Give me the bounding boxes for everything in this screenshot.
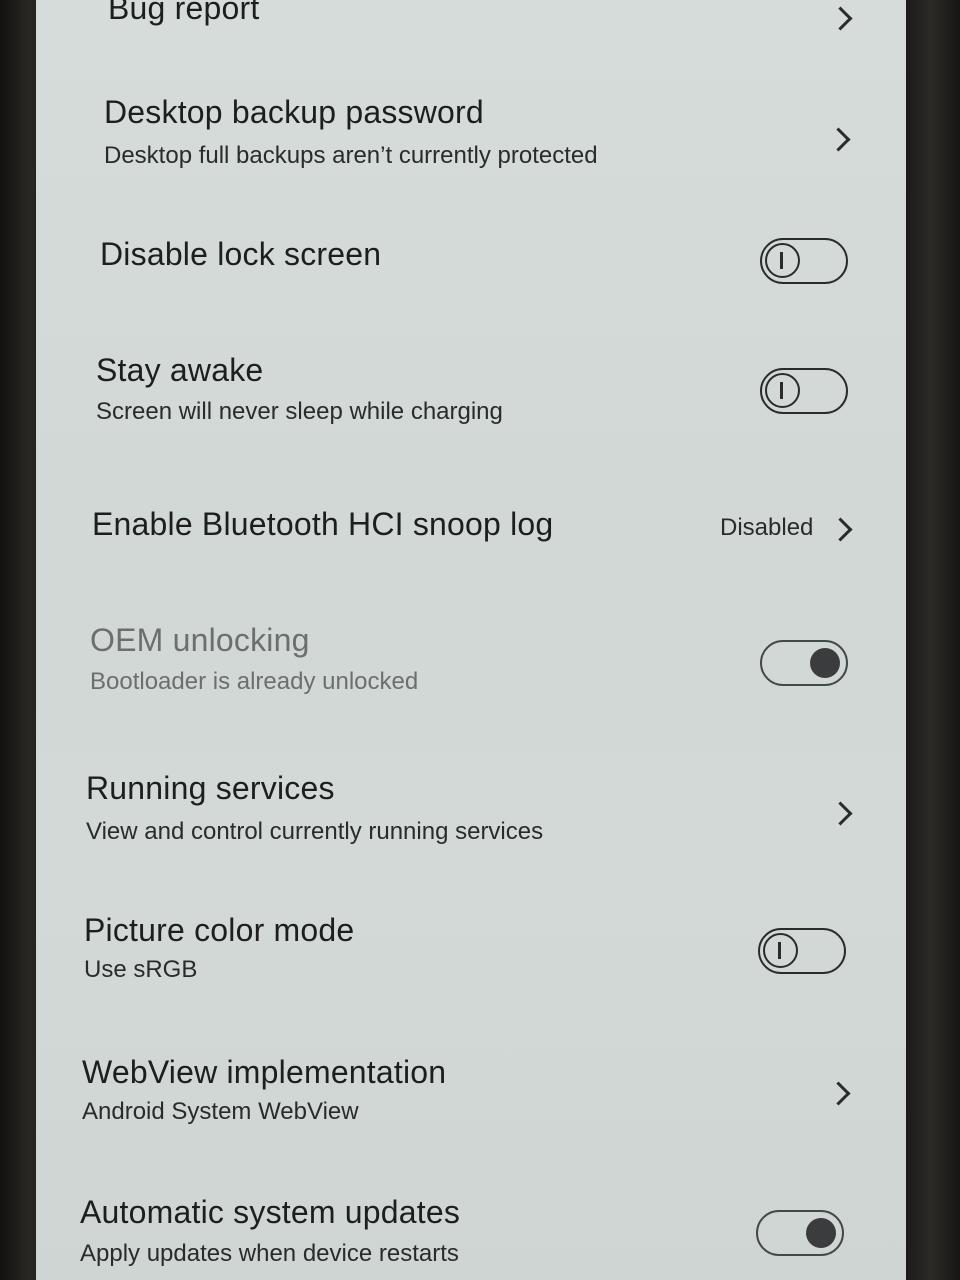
setting-bug-report[interactable]: Bug report	[36, 0, 906, 50]
setting-desktop-backup-password[interactable]: Desktop backup password Desktop full bac…	[36, 80, 906, 200]
setting-title: Automatic system updates	[80, 1194, 461, 1230]
chevron-right-icon	[826, 127, 851, 152]
setting-subtitle: Apply updates when device restarts	[80, 1240, 459, 1267]
picture-color-mode-toggle[interactable]	[758, 928, 846, 974]
setting-automatic-system-updates[interactable]: Automatic system updates Apply updates w…	[36, 1180, 906, 1280]
setting-running-services[interactable]: Running services View and control curren…	[36, 760, 906, 870]
setting-title: OEM unlocking	[90, 622, 310, 658]
oem-unlocking-toggle	[760, 640, 848, 686]
setting-oem-unlocking: OEM unlocking Bootloader is already unlo…	[36, 610, 906, 720]
setting-title: Enable Bluetooth HCI snoop log	[92, 506, 554, 542]
toggle-knob	[810, 648, 840, 678]
setting-subtitle: Desktop full backups aren’t currently pr…	[104, 142, 598, 169]
setting-title: Picture color mode	[84, 912, 355, 948]
toggle-knob	[763, 933, 798, 968]
setting-stay-awake[interactable]: Stay awake Screen will never sleep while…	[36, 340, 906, 450]
setting-subtitle: Screen will never sleep while charging	[96, 398, 503, 425]
chevron-right-icon	[826, 1081, 851, 1106]
setting-subtitle: Android System WebView	[82, 1098, 359, 1125]
chevron-right-icon	[828, 6, 853, 31]
toggle-knob	[765, 243, 800, 278]
setting-title: WebView implementation	[82, 1054, 447, 1090]
setting-title: Disable lock screen	[100, 236, 382, 272]
setting-value: Disabled	[720, 514, 814, 541]
toggle-knob	[806, 1218, 836, 1248]
setting-bluetooth-hci-snoop-log[interactable]: Enable Bluetooth HCI snoop log Disabled	[36, 490, 906, 570]
setting-disable-lock-screen[interactable]: Disable lock screen	[36, 220, 906, 300]
setting-subtitle: View and control currently running servi…	[86, 818, 544, 845]
disable-lock-screen-toggle[interactable]	[760, 238, 848, 284]
setting-subtitle: Bootloader is already unlocked	[90, 668, 419, 695]
setting-webview-implementation[interactable]: WebView implementation Android System We…	[36, 1040, 906, 1150]
setting-title: Stay awake	[96, 352, 264, 388]
setting-title: Running services	[86, 770, 335, 806]
setting-picture-color-mode[interactable]: Picture color mode Use sRGB	[36, 900, 906, 1010]
stay-awake-toggle[interactable]	[760, 368, 848, 414]
chevron-right-icon	[828, 801, 853, 826]
developer-options-screen: Bug report Desktop backup password Deskt…	[36, 0, 906, 1280]
setting-title: Bug report	[108, 0, 260, 26]
chevron-right-icon	[828, 517, 853, 542]
automatic-system-updates-toggle[interactable]	[756, 1210, 844, 1256]
toggle-knob	[765, 373, 800, 408]
setting-title: Desktop backup password	[104, 94, 484, 130]
setting-subtitle: Use sRGB	[84, 956, 198, 983]
